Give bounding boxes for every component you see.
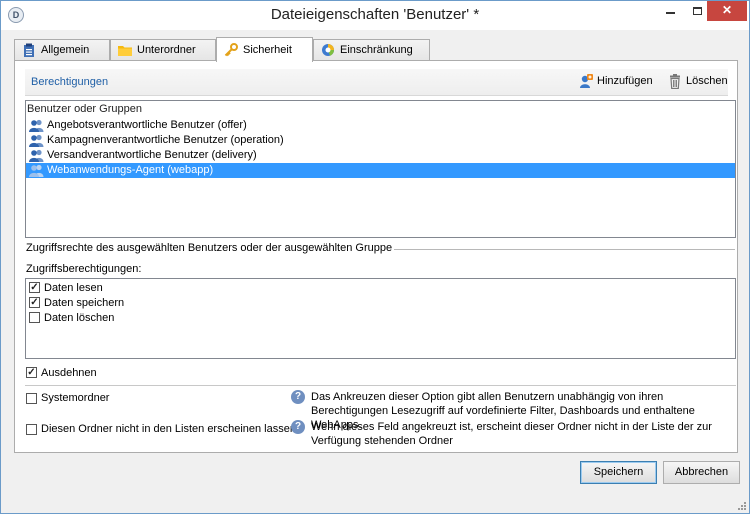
list-item[interactable]: Versandverantwortliche Benutzer (deliver…: [26, 148, 735, 163]
permissions-toolbar: Berechtigungen Hinzufügen Löschen: [25, 69, 728, 96]
trash-icon: [670, 74, 680, 89]
right-label: Daten speichern: [44, 297, 125, 309]
rights-list: ✓ Daten lesen ✓ Daten speichern Daten lö…: [25, 278, 736, 359]
minimize-button[interactable]: [657, 1, 684, 21]
key-icon: [224, 43, 238, 57]
close-button[interactable]: ✕: [707, 1, 747, 21]
extend-label: Ausdehnen: [41, 367, 97, 379]
right-save-data[interactable]: ✓ Daten speichern: [29, 296, 124, 311]
right-read-data[interactable]: ✓ Daten lesen: [29, 281, 103, 296]
right-label: Daten lesen: [44, 282, 103, 294]
user-group-icon: [29, 164, 44, 177]
extend-checkbox-row[interactable]: ✓ Ausdehnen: [26, 366, 97, 381]
tab-sicherheit[interactable]: Sicherheit: [216, 37, 313, 62]
right-delete-data[interactable]: Daten löschen: [29, 311, 114, 326]
tab-label: Sicherheit: [243, 44, 292, 56]
delete-button-label: Löschen: [686, 75, 728, 87]
checkbox[interactable]: [29, 312, 40, 323]
extend-checkbox[interactable]: ✓: [26, 367, 37, 378]
security-panel: Berechtigungen Hinzufügen Löschen Benutz…: [14, 60, 738, 453]
system-folder-checkbox[interactable]: [26, 393, 37, 404]
cancel-button-label: Abbrechen: [674, 466, 729, 478]
list-item-label: Versandverantwortliche Benutzer (deliver…: [47, 149, 257, 161]
folder-icon: [118, 46, 132, 56]
title-bar[interactable]: D Dateieigenschaften 'Benutzer' * ✕: [1, 1, 749, 30]
user-group-icon: [29, 119, 44, 132]
clipboard-icon: [24, 43, 34, 57]
save-button-label: Speichern: [593, 466, 644, 478]
list-item[interactable]: Kampagnenverantwortliche Benutzer (opera…: [26, 133, 735, 148]
save-button[interactable]: Speichern: [580, 461, 657, 484]
tab-allgemein[interactable]: Allgemein: [14, 39, 110, 61]
options-divider: [25, 385, 736, 386]
list-item-selected[interactable]: Webanwendungs-Agent (webapp): [26, 163, 735, 178]
rights-section-label: Zugriffsrechte des ausgewählten Benutzer…: [26, 242, 395, 254]
tab-label: Allgemein: [41, 44, 90, 56]
option-label: Systemordner: [41, 392, 110, 404]
resize-grip-icon[interactable]: [737, 501, 747, 511]
list-item-label: Webanwendungs-Agent (webapp): [47, 164, 214, 176]
pie-chart-icon: [322, 44, 335, 56]
maximize-icon: [693, 6, 702, 15]
section-divider: [383, 249, 735, 250]
checkbox-checked[interactable]: ✓: [29, 282, 40, 293]
add-button[interactable]: Hinzufügen: [579, 74, 653, 88]
help-text: Wenn dieses Feld angekreuzt ist, erschei…: [311, 421, 712, 447]
list-item-label: Kampagnenverantwortliche Benutzer (opera…: [47, 134, 284, 146]
rights-list-label: Zugriffsberechtigungen:: [26, 263, 142, 275]
hide-folder-checkbox[interactable]: [26, 424, 37, 435]
window-title: Dateieigenschaften 'Benutzer' *: [270, 6, 480, 23]
cancel-button[interactable]: Abbrechen: [663, 461, 740, 484]
user-group-icon: [29, 149, 44, 162]
help-icon[interactable]: ?: [291, 390, 305, 404]
user-group-icon: [29, 134, 44, 147]
close-icon: ✕: [721, 3, 733, 17]
list-item[interactable]: Angebotsverantwortliche Benutzer (offer): [26, 118, 735, 133]
properties-dialog: D Dateieigenschaften 'Benutzer' * ✕ Allg…: [0, 0, 750, 514]
checkbox-checked[interactable]: ✓: [29, 297, 40, 308]
tab-unterordner[interactable]: Unterordner: [110, 39, 216, 61]
tab-label: Einschränkung: [340, 44, 413, 56]
user-group-list[interactable]: Benutzer oder Gruppen Angebotsverantwort…: [25, 100, 736, 238]
tab-einschraenkung[interactable]: Einschränkung: [313, 39, 430, 61]
add-user-icon: [580, 74, 593, 88]
permissions-title: Berechtigungen: [31, 76, 109, 88]
delete-button[interactable]: Löschen: [668, 74, 728, 89]
tab-label: Unterordner: [137, 44, 196, 56]
list-column-header[interactable]: Benutzer oder Gruppen: [26, 101, 735, 118]
help-icon[interactable]: ?: [291, 420, 305, 434]
option-label: Diesen Ordner nicht in den Listen ersche…: [41, 423, 296, 435]
list-item-label: Angebotsverantwortliche Benutzer (offer): [47, 119, 247, 131]
right-label: Daten löschen: [44, 312, 115, 324]
add-button-label: Hinzufügen: [597, 75, 653, 87]
minimize-icon: [666, 11, 675, 14]
